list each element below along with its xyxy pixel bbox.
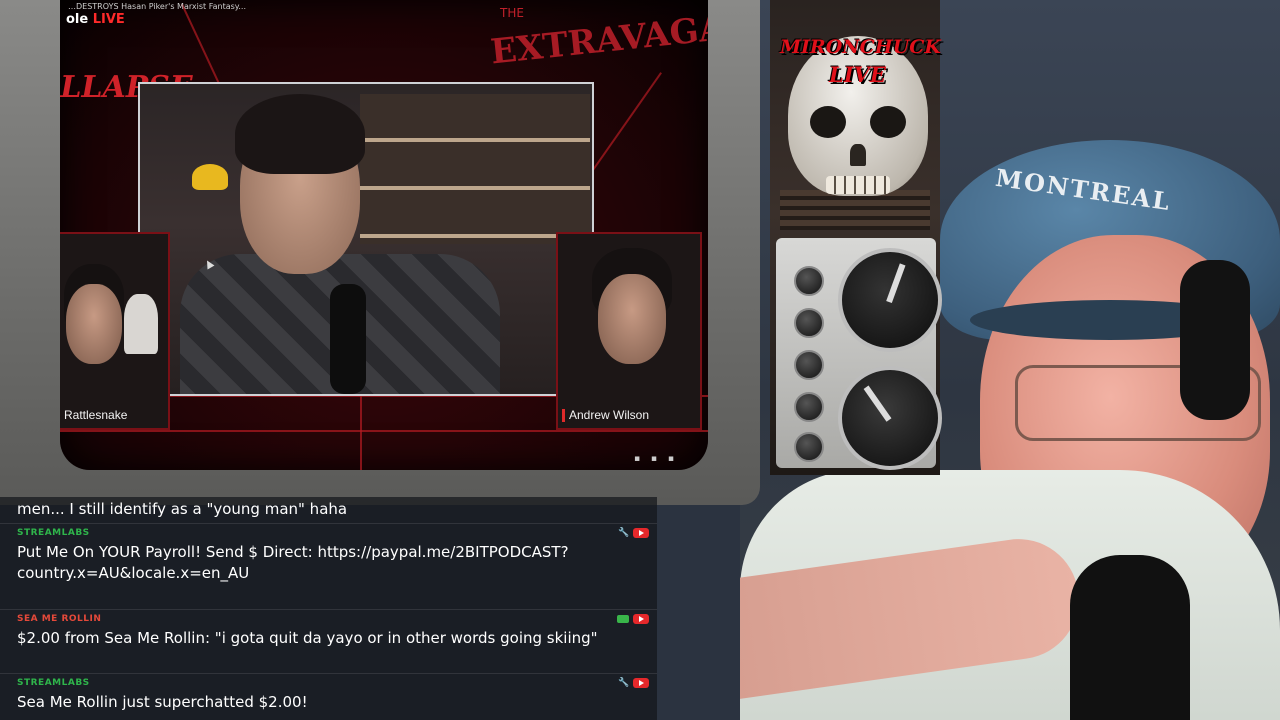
participant-name-row: Andrew Wilson [562,408,649,422]
chat-message: SEA ME ROLLIN $2.00 from Sea Me Rollin: … [0,609,657,672]
youtube-icon [633,528,649,538]
chat-author: STREAMLABS [17,528,90,538]
logo-line2: LIVE [829,62,886,87]
dial-pointer [886,263,906,304]
chat-author: SEA ME ROLLIN [17,614,102,624]
chat-overlay: men... I still identify as a "young man"… [0,497,657,720]
grid-line [60,430,708,432]
chat-partial-message: men... I still identify as a "young man"… [17,500,348,518]
host-hair [235,94,365,174]
wrench-icon: 🔧 [618,528,630,538]
skull-icon [788,36,928,196]
grid-line [360,390,362,470]
microphone [1070,555,1190,720]
participant-name: Andrew Wilson [569,407,650,422]
control-plate [776,238,942,470]
participant-video-rattlesnake: Rattlesnake [60,232,170,430]
channel-dial-icon [838,248,942,352]
participant-video-andrew-wilson: Andrew Wilson [556,232,702,430]
dial-pointer [863,385,892,422]
channel-logo-live: LIVE [92,12,125,27]
chat-text: $2.00 from Sea Me Rollin: "i gota quit d… [17,629,598,647]
speaker-grille [780,190,930,230]
youtube-icon [633,678,649,688]
skull-teeth [826,176,890,194]
money-icon [617,615,629,623]
knob-icon [794,392,824,422]
main-video [138,82,594,396]
channel-skull-logo: MIRONCHUCK LIVE [780,6,941,196]
chat-message: STREAMLABS 🔧 Put Me On YOUR Payroll! Sen… [0,523,657,608]
participant-name: Rattlesnake [64,408,128,422]
chat-badges: 🔧 [618,678,649,688]
chat-text: Put Me On YOUR Payroll! Send $ Direct: h… [17,543,569,582]
headphone [1180,260,1250,420]
player-controls-icon: ▪ ▪ ▪ [633,454,678,464]
knob-icon [794,350,824,380]
knob-icon [794,266,824,296]
chat-text: Sea Me Rollin just superchatted $2.00! [17,693,308,711]
knob-icon [794,432,824,462]
host-microphone [330,284,366,394]
chat-author: STREAMLABS [17,678,90,688]
name-accent-bar [562,409,565,422]
knob-icon [794,308,824,338]
channel-logo: ole LIVE [66,12,125,27]
video-title: …DESTROYS Hasan Piker's Marxist Fantasy.… [68,2,246,11]
skull-eye [870,106,906,138]
participant-face [66,284,122,364]
logo-line1: MIRONCHUCK [780,36,941,58]
banner-the: THE [500,6,524,20]
chat-badges: 🔧 [618,528,649,538]
chat-message: STREAMLABS 🔧 Sea Me Rollin just supercha… [0,673,657,718]
youtube-icon [633,614,649,624]
statue-bust [124,294,158,354]
skull-eye [810,106,846,138]
skull-nose [850,144,866,166]
volume-dial-icon [838,366,942,470]
bookshelf [360,94,590,244]
yellow-hat [192,164,228,190]
chat-badges [617,614,649,624]
participant-face [598,274,666,364]
tv-screen: …DESTROYS Hasan Piker's Marxist Fantasy.… [60,0,708,470]
channel-logo-prefix: ole [66,12,89,27]
wrench-icon: 🔧 [618,678,630,688]
tv-frame: …DESTROYS Hasan Piker's Marxist Fantasy.… [0,0,760,505]
